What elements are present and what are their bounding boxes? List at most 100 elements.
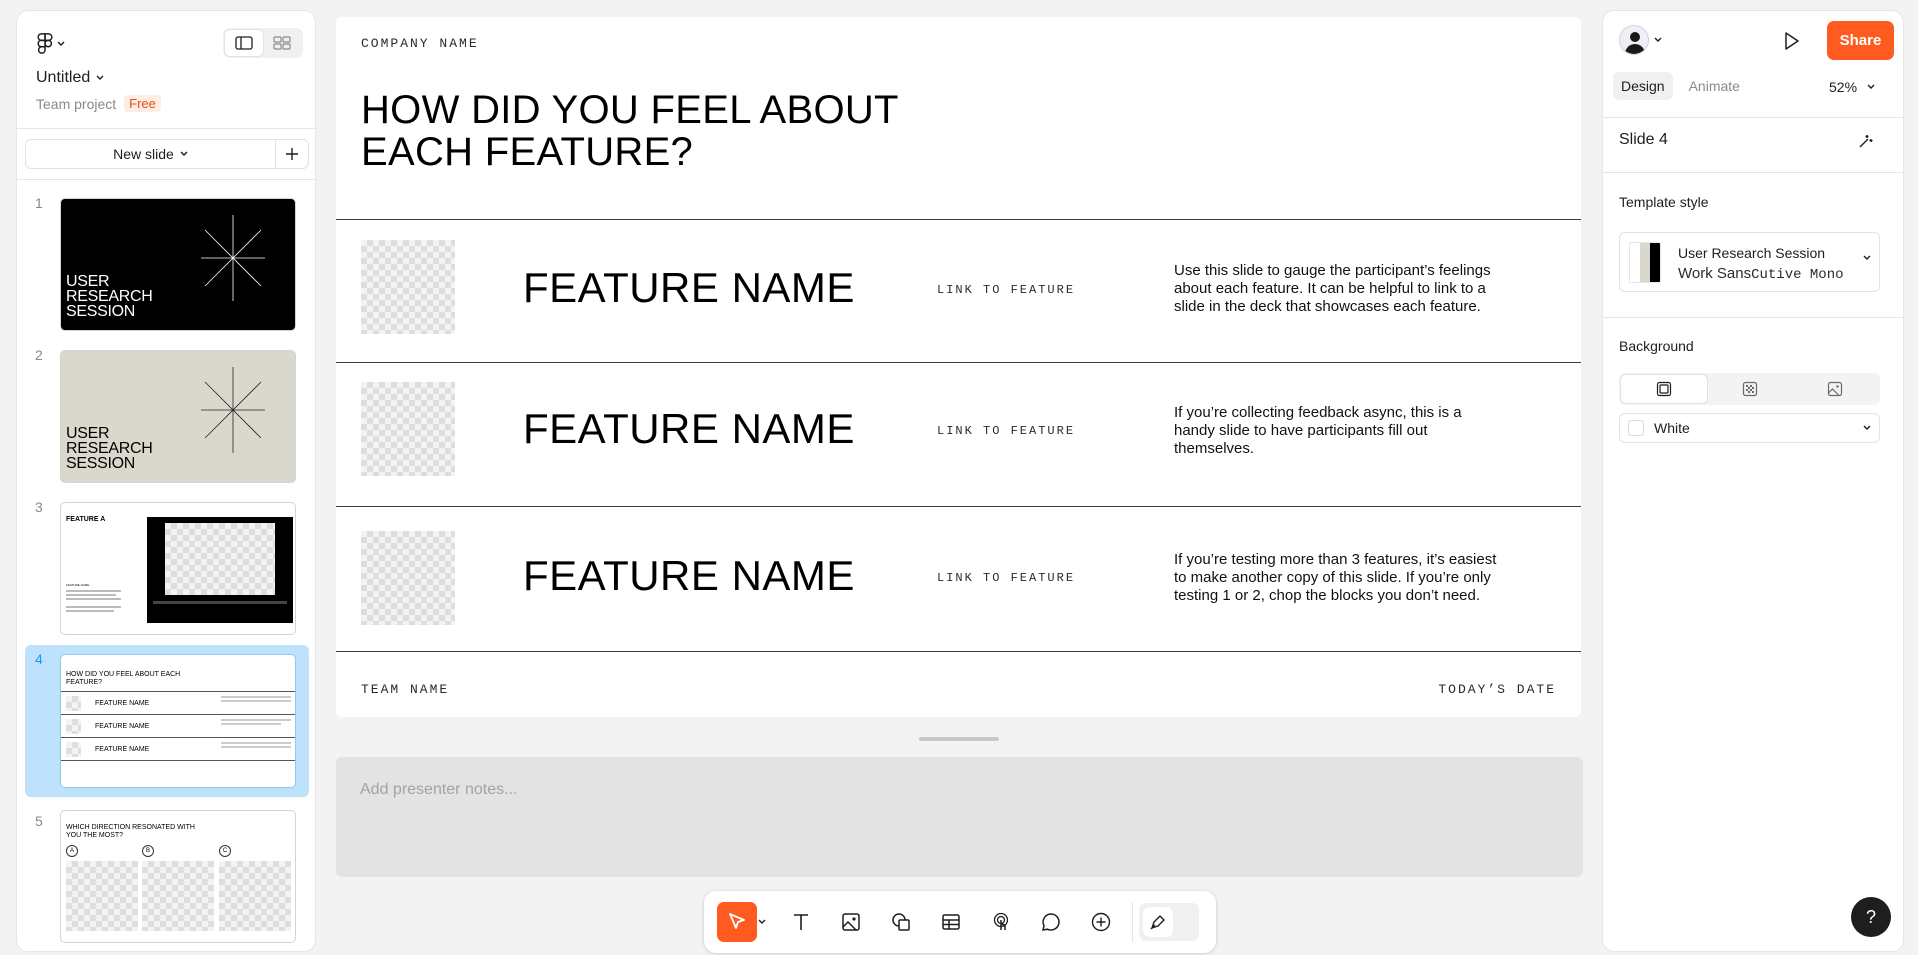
background-solid-button[interactable] bbox=[1621, 375, 1707, 403]
interaction-tool-button[interactable] bbox=[981, 902, 1021, 942]
feature-name[interactable]: FEATURE NAME bbox=[523, 552, 855, 600]
description-line: testing 1 or 2, chop the blocks you don’… bbox=[1174, 587, 1481, 604]
divider bbox=[1603, 172, 1903, 173]
company-name[interactable]: COMPANY NAME bbox=[361, 36, 479, 51]
thumb-text-line bbox=[66, 610, 114, 612]
project-name[interactable]: Team project bbox=[36, 96, 116, 112]
todays-date[interactable]: TODAY’S DATE bbox=[1438, 682, 1556, 697]
plus-circle-icon bbox=[1091, 912, 1111, 932]
view-toggle bbox=[223, 28, 303, 58]
slide-preview: USER RESEARCH SESSION bbox=[60, 350, 296, 483]
slide-number: 5 bbox=[35, 813, 43, 829]
pen-icon bbox=[1150, 915, 1165, 930]
main-menu-button[interactable] bbox=[37, 31, 77, 57]
thumb-title: HOW DID YOU FEEL ABOUT EACH FEATURE? bbox=[66, 671, 181, 686]
feature-image-placeholder[interactable] bbox=[361, 240, 455, 334]
slide-canvas[interactable]: COMPANY NAME HOW DID YOU FEEL ABOUT EACH… bbox=[336, 17, 1581, 717]
description-line: If you’re collecting feedback async, thi… bbox=[1174, 404, 1462, 421]
thumb-image-placeholder bbox=[66, 696, 81, 711]
thumb-feature-name: FEATURE NAME bbox=[95, 723, 150, 730]
single-view-button[interactable] bbox=[225, 30, 263, 56]
slide-options-button[interactable] bbox=[1857, 132, 1875, 155]
new-slide-button[interactable]: New slide bbox=[26, 140, 276, 168]
chevron-down-icon bbox=[758, 919, 766, 924]
notes-resize-handle[interactable] bbox=[919, 737, 999, 741]
chevron-down-icon bbox=[1654, 37, 1662, 42]
slide-preview: WHICH DIRECTION RESONATED WITH YOU THE M… bbox=[60, 810, 296, 943]
feature-link[interactable]: LINK TO FEATURE bbox=[937, 283, 1075, 297]
feature-description[interactable]: If you’re collecting feedback async, thi… bbox=[1174, 404, 1559, 458]
feature-name[interactable]: FEATURE NAME bbox=[523, 264, 855, 312]
properties-panel: Share Design Animate 52% Slide 4 Templat… bbox=[1602, 10, 1904, 952]
description-line: about each feature. It can be helpful to… bbox=[1174, 280, 1486, 297]
table-icon bbox=[942, 914, 960, 930]
shapes-tool-button[interactable] bbox=[881, 902, 921, 942]
feature-name[interactable]: FEATURE NAME bbox=[523, 405, 855, 453]
background-color-select[interactable]: White bbox=[1619, 413, 1880, 443]
slide-number: 3 bbox=[35, 499, 43, 515]
tab-animate[interactable]: Animate bbox=[1681, 72, 1748, 100]
starburst-graphic bbox=[201, 367, 265, 453]
feature-row: FEATURE NAME LINK TO FEATURE If you’re c… bbox=[336, 363, 1581, 504]
zoom-dropdown[interactable]: 52% bbox=[1829, 79, 1875, 95]
image-tool-button[interactable] bbox=[831, 902, 871, 942]
slide-thumbnail-1[interactable]: 1 USER RESEARCH SESSION bbox=[25, 189, 309, 331]
share-button[interactable]: Share bbox=[1827, 21, 1894, 60]
swatch-beige bbox=[1640, 243, 1650, 282]
slide-number: 1 bbox=[35, 195, 43, 211]
description-line: slide in the deck that showcases each fe… bbox=[1174, 298, 1481, 315]
chevron-down-icon bbox=[1863, 255, 1871, 260]
draw-mode-toggle bbox=[1139, 903, 1199, 941]
description-line: Use this slide to gauge the participant’… bbox=[1174, 262, 1491, 279]
thumb-text-line bbox=[221, 696, 291, 698]
panel-tabs: Design Animate bbox=[1613, 72, 1748, 100]
present-button[interactable] bbox=[1782, 31, 1800, 56]
thumb-text-line bbox=[221, 700, 291, 702]
add-slide-button[interactable] bbox=[276, 140, 308, 168]
plan-badge[interactable]: Free bbox=[124, 95, 161, 112]
thumb-text-line bbox=[66, 598, 121, 600]
file-title[interactable]: Untitled bbox=[36, 69, 104, 87]
text-tool-button[interactable] bbox=[781, 902, 821, 942]
shapes-icon bbox=[892, 913, 910, 931]
feature-description[interactable]: Use this slide to gauge the participant’… bbox=[1174, 262, 1559, 316]
thumb-text-line bbox=[66, 606, 121, 608]
comment-tool-button[interactable] bbox=[1031, 902, 1071, 942]
background-type-selector bbox=[1619, 373, 1880, 405]
add-more-tools-button[interactable] bbox=[1081, 902, 1121, 942]
move-tool-menu[interactable] bbox=[756, 902, 768, 942]
slide-thumbnail-4[interactable]: 4 HOW DID YOU FEEL ABOUT EACH FEATURE? F… bbox=[25, 645, 309, 797]
user-menu[interactable] bbox=[1619, 25, 1662, 55]
grid-view-button[interactable] bbox=[263, 30, 301, 56]
presenter-notes-input[interactable] bbox=[336, 757, 1583, 877]
tab-design[interactable]: Design bbox=[1613, 72, 1673, 100]
swatch-black bbox=[1650, 243, 1660, 282]
template-swatch bbox=[1629, 242, 1661, 283]
team-name[interactable]: TEAM NAME bbox=[361, 682, 449, 697]
template-style-picker[interactable]: User Research Session Work SansCutive Mo… bbox=[1619, 232, 1880, 292]
thumb-subtitle: FEATURE NAME bbox=[66, 583, 90, 587]
avatar bbox=[1619, 25, 1649, 55]
slide-thumbnail-5[interactable]: 5 WHICH DIRECTION RESONATED WITH YOU THE… bbox=[25, 807, 309, 949]
move-tool-button[interactable] bbox=[717, 902, 757, 942]
option-badge: A bbox=[66, 845, 78, 857]
draw-tool-button[interactable] bbox=[1143, 907, 1173, 937]
chevron-down-icon bbox=[57, 41, 65, 46]
background-image-button[interactable] bbox=[1792, 375, 1878, 403]
feature-link[interactable]: LINK TO FEATURE bbox=[937, 424, 1075, 438]
feature-link[interactable]: LINK TO FEATURE bbox=[937, 571, 1075, 585]
project-info: Team project Free bbox=[36, 95, 161, 112]
slide-title-line: EACH FEATURE? bbox=[361, 130, 694, 174]
table-tool-button[interactable] bbox=[931, 902, 971, 942]
slide-preview: FEATURE A FEATURE NAME bbox=[60, 502, 296, 635]
description-line: to make another copy of this slide. If y… bbox=[1174, 569, 1491, 586]
feature-image-placeholder[interactable] bbox=[361, 531, 455, 625]
slide-title[interactable]: HOW DID YOU FEEL ABOUT EACH FEATURE? bbox=[361, 89, 899, 173]
background-pattern-button[interactable] bbox=[1707, 375, 1793, 403]
thumb-text-line bbox=[66, 594, 116, 596]
help-button[interactable]: ? bbox=[1851, 897, 1891, 937]
feature-description[interactable]: If you’re testing more than 3 features, … bbox=[1174, 551, 1559, 605]
slide-thumbnail-2[interactable]: 2 USER RESEARCH SESSION bbox=[25, 341, 309, 483]
feature-image-placeholder[interactable] bbox=[361, 382, 455, 476]
slide-thumbnail-3[interactable]: 3 FEATURE A FEATURE NAME bbox=[25, 493, 309, 635]
